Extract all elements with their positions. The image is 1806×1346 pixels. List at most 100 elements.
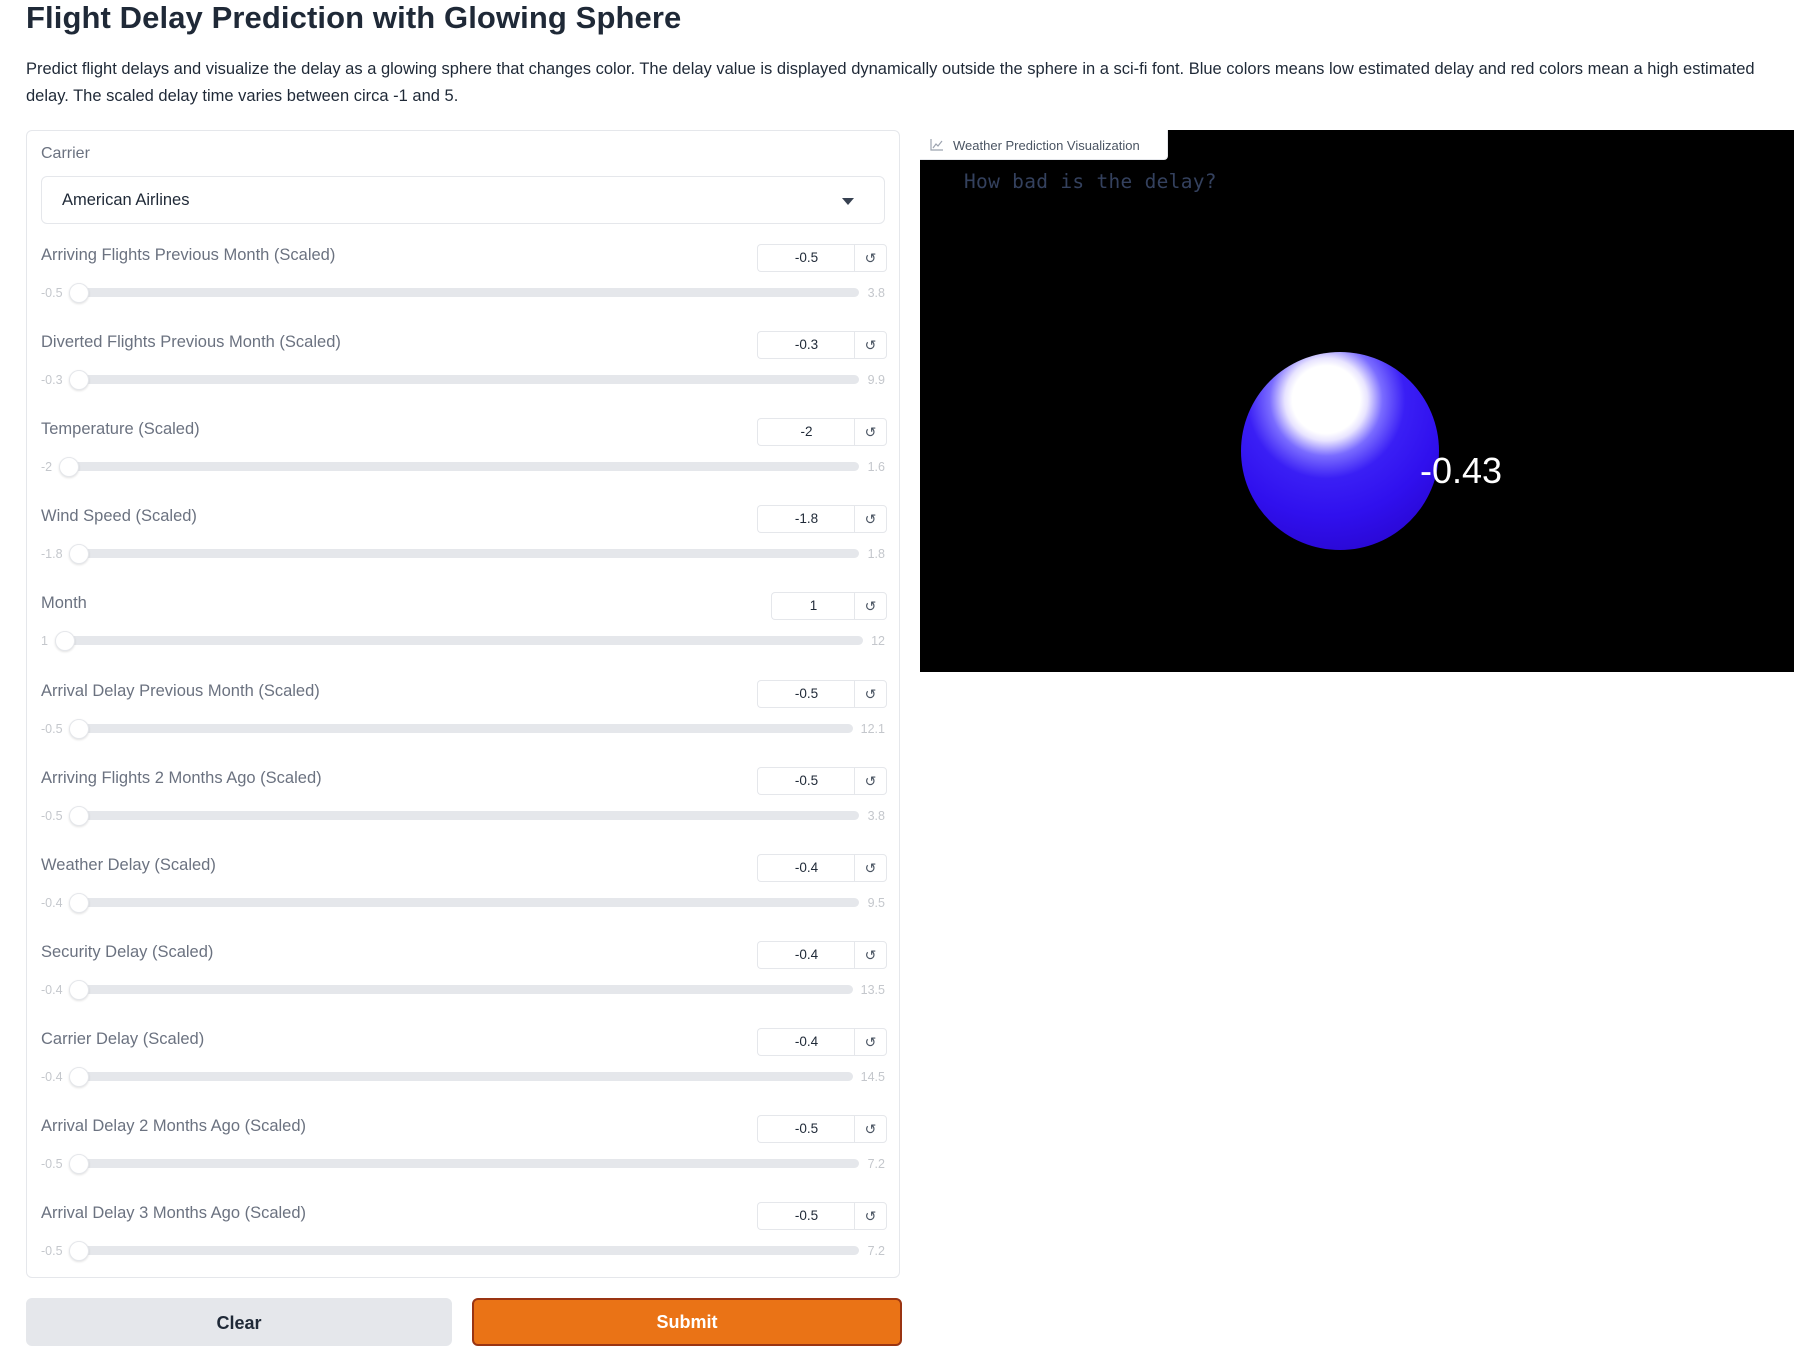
slider-max-label: 3.8 [867, 809, 885, 823]
reset-icon[interactable]: ↺ [854, 767, 887, 795]
slider-number-input[interactable]: -2 [757, 418, 855, 446]
slider-thumb[interactable] [69, 1241, 89, 1261]
slider-max-label: 12.1 [860, 722, 885, 736]
slider-6: Arriving Flights 2 Months Ago (Scaled) -0… [41, 767, 887, 854]
slider-min-label: -0.5 [41, 286, 63, 300]
slider-thumb[interactable] [69, 719, 89, 739]
reset-icon[interactable]: ↺ [854, 505, 887, 533]
slider-label: Arrival Delay 2 Months Ago (Scaled) [41, 1117, 307, 1135]
slider-min-label: -1.8 [41, 547, 63, 561]
glowing-sphere [1241, 352, 1439, 550]
page: Flight Delay Prediction with Glowing Sph… [0, 0, 1806, 1346]
slider-thumb[interactable] [69, 1154, 89, 1174]
slider-max-label: 14.5 [860, 1070, 885, 1084]
slider-label: Month [41, 594, 87, 612]
chevron-down-icon [842, 198, 854, 205]
reset-icon[interactable]: ↺ [854, 418, 887, 446]
slider-label: Temperature (Scaled) [41, 420, 200, 438]
slider-number-input[interactable]: -0.4 [757, 854, 855, 882]
slider-track[interactable] [69, 283, 859, 303]
slider-label: Arriving Flights Previous Month (Scaled) [41, 246, 336, 264]
slider-thumb[interactable] [69, 980, 89, 1000]
slider-track[interactable] [69, 370, 859, 390]
slider-max-label: 1.6 [867, 460, 885, 474]
reset-icon[interactable]: ↺ [854, 331, 887, 359]
slider-label: Carrier Delay (Scaled) [41, 1030, 205, 1048]
slider-track[interactable] [69, 544, 859, 564]
slider-label: Arrival Delay Previous Month (Scaled) [41, 682, 320, 700]
slider-label: Arriving Flights 2 Months Ago (Scaled) [41, 769, 322, 787]
carrier-selected-value: American Airlines [62, 191, 190, 209]
slider-min-label: -2 [41, 460, 53, 474]
slider-label: Security Delay (Scaled) [41, 943, 214, 961]
slider-min-label: -0.5 [41, 1244, 63, 1258]
slider-max-label: 7.2 [867, 1157, 885, 1171]
slider-5: Arrival Delay Previous Month (Scaled) -0.… [41, 680, 887, 767]
slider-number-input[interactable]: -0.4 [757, 941, 855, 969]
slider-track[interactable] [69, 980, 853, 1000]
slider-track[interactable] [69, 893, 859, 913]
slider-label: Wind Speed (Scaled) [41, 507, 197, 525]
slider-label: Weather Delay (Scaled) [41, 856, 216, 874]
slider-thumb[interactable] [69, 370, 89, 390]
carrier-dropdown[interactable]: American Airlines [41, 176, 885, 224]
reset-icon[interactable]: ↺ [854, 244, 887, 272]
slider-number-input[interactable]: -0.3 [757, 331, 855, 359]
slider-8: Security Delay (Scaled) -0.4 ↺ -0.4 13.5 [41, 941, 887, 1028]
slider-max-label: 9.5 [867, 896, 885, 910]
slider-number-input[interactable]: -0.5 [757, 1202, 855, 1230]
slider-10: Arrival Delay 2 Months Ago (Scaled) -0.5 ↺… [41, 1115, 887, 1202]
slider-max-label: 3.8 [867, 286, 885, 300]
slider-thumb[interactable] [59, 457, 79, 477]
slider-min-label: -0.4 [41, 896, 63, 910]
slider-track[interactable] [69, 1067, 853, 1087]
reset-icon[interactable]: ↺ [854, 941, 887, 969]
slider-thumb[interactable] [69, 283, 89, 303]
slider-min-label: -0.5 [41, 809, 63, 823]
slider-max-label: 13.5 [860, 983, 885, 997]
slider-9: Carrier Delay (Scaled) -0.4 ↺ -0.4 14.5 [41, 1028, 887, 1115]
slider-min-label: -0.4 [41, 1070, 63, 1084]
slider-max-label: 9.9 [867, 373, 885, 387]
slider-11: Arrival Delay 3 Months Ago (Scaled) -0.5 ↺… [41, 1202, 887, 1289]
slider-track[interactable] [69, 1154, 859, 1174]
slider-track[interactable] [69, 806, 859, 826]
clear-button[interactable]: Clear [26, 1298, 452, 1346]
slider-number-input[interactable]: 1 [771, 592, 855, 620]
slider-min-label: -0.5 [41, 722, 63, 736]
slider-min-label: -0.5 [41, 1157, 63, 1171]
carrier-label: Carrier [41, 145, 90, 162]
slider-number-input[interactable]: -0.5 [757, 767, 855, 795]
slider-number-input[interactable]: -0.5 [757, 680, 855, 708]
slider-number-input[interactable]: -0.4 [757, 1028, 855, 1056]
slider-number-input[interactable]: -1.8 [757, 505, 855, 533]
reset-icon[interactable]: ↺ [854, 592, 887, 620]
reset-icon[interactable]: ↺ [854, 1202, 887, 1230]
reset-icon[interactable]: ↺ [854, 1115, 887, 1143]
reset-icon[interactable]: ↺ [854, 854, 887, 882]
slider-min-label: -0.4 [41, 983, 63, 997]
slider-4: Month 1 ↺ 1 12 [41, 592, 887, 679]
page-description: Predict flight delays and visualize the … [26, 60, 1755, 105]
reset-icon[interactable]: ↺ [854, 1028, 887, 1056]
slider-number-input[interactable]: -0.5 [757, 1115, 855, 1143]
slider-thumb[interactable] [55, 631, 75, 651]
slider-label: Diverted Flights Previous Month (Scaled) [41, 333, 341, 351]
reset-icon[interactable]: ↺ [854, 680, 887, 708]
delay-question: How bad is the delay? [964, 170, 1217, 193]
page-title: Flight Delay Prediction with Glowing Sph… [26, 0, 682, 35]
slider-thumb[interactable] [69, 893, 89, 913]
slider-1: Diverted Flights Previous Month (Scaled)… [41, 331, 887, 418]
slider-track[interactable] [59, 457, 859, 477]
delay-value: -0.43 [1420, 450, 1503, 491]
slider-thumb[interactable] [69, 544, 89, 564]
slider-thumb[interactable] [69, 806, 89, 826]
slider-track[interactable] [55, 631, 863, 651]
slider-track[interactable] [69, 1241, 859, 1261]
slider-track[interactable] [69, 719, 853, 739]
slider-number-input[interactable]: -0.5 [757, 244, 855, 272]
visualization-tab-label: Weather Prediction Visualization [920, 130, 1168, 160]
slider-3: Wind Speed (Scaled) -1.8 ↺ -1.8 1.8 [41, 505, 887, 592]
submit-button[interactable]: Submit [472, 1298, 902, 1346]
slider-thumb[interactable] [69, 1067, 89, 1087]
